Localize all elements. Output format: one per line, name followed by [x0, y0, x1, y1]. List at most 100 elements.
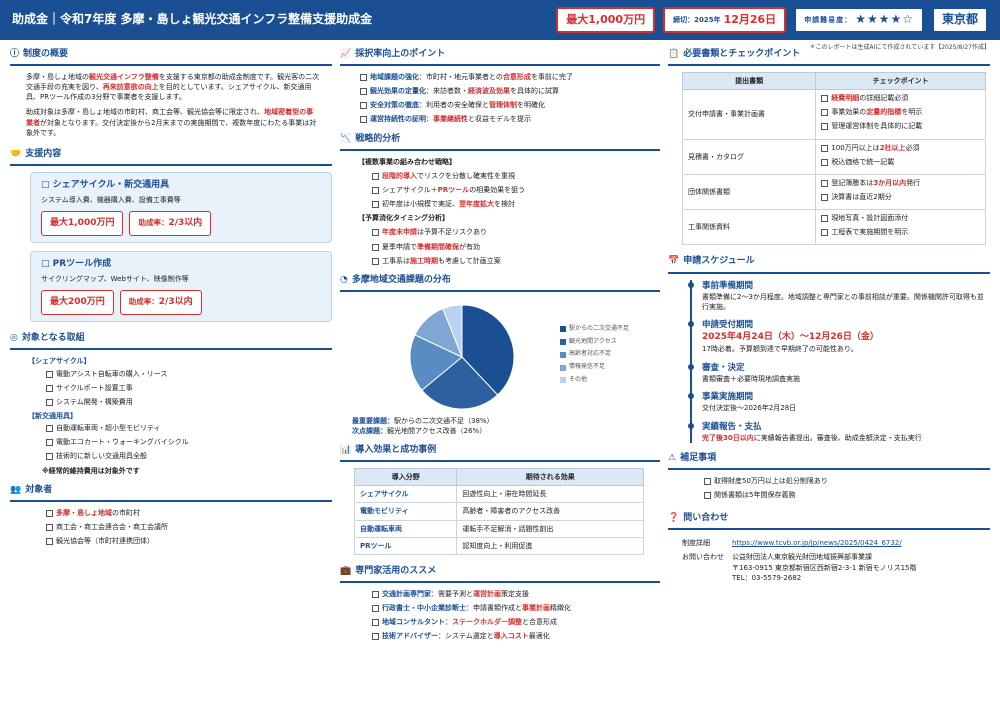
deadline-badge: 締切：2025年 12月26日 — [663, 7, 787, 33]
timeline-item: 申請受付期間 2025年4月24日（木）～12月26日（金） 17時必着。予算額到達… — [688, 319, 990, 355]
area-badge: 東京都 — [931, 7, 988, 33]
legend-item: 駅からの二次交通不足 — [560, 325, 629, 334]
table-row: シェアサイクル 回遊性向上・滞在時間延長 — [353, 485, 644, 504]
timeline-item: 事前準備期間 書類準備に2～3か月程度。地域調整と専門家との事前相談が重要。関係機… — [688, 280, 990, 313]
pie-chart-icon: ◔ — [340, 274, 348, 285]
difficulty-label: 申請難易度： — [804, 15, 853, 24]
legend-label: 情報発信不足 — [569, 363, 606, 371]
table-header: 期待される効果 — [456, 468, 644, 487]
list-item: シェアサイクル＋PRツールの相乗効果を狙う — [372, 185, 660, 195]
clipboard-icon: 📋 — [668, 49, 680, 59]
table-row: 交付申請書・事業計画書 経費明細の詳細記載必須 事業効果の定量的指標を明示 管理運営体… — [681, 89, 986, 140]
timeline-item: 審査・決定 書類審査＋必要時現地調査実施 — [688, 362, 990, 384]
table-row: 見積書・カタログ 100万円以上は2社以上必須 税込価格で統一記載 — [681, 138, 986, 175]
list-item: 商工会・商工会連合会・商工会議所 — [46, 522, 332, 532]
legend-item: その他 — [560, 376, 629, 385]
list-item: 行政書士・中小企業診断士：申請書類作成と事業計画精緻化 — [372, 603, 660, 613]
strategy-heading: 【複数事業の組み合わせ戦略】 — [358, 157, 456, 166]
difficulty-badge: 申請難易度： ★★★★☆ — [794, 7, 924, 33]
section-overview: ⓘ 制度の概要 — [10, 46, 332, 67]
docs-table: 提出書類 チェックポイント 交付申請書・事業計画書 経費明細の詳細記載必須 事業効果の… — [681, 72, 986, 246]
page-title: 助成金｜令和7年度 多摩・島しょ観光交通インフラ整備支援助成金 — [12, 12, 373, 27]
list-item: 観光効果の定量化：来訪者数・経済波及効果を具体的に試算 — [360, 86, 660, 96]
timeline-item: 実績報告・支払 完了後30日以内に実績報告書提出。審査後、助成金額決定・支払実行 — [688, 421, 990, 443]
section-schedule: 📅 申請スケジュール — [668, 253, 990, 274]
rate-pill: 助成率：2/3以内 — [129, 211, 212, 237]
legend-item: 情報発信不足 — [560, 363, 629, 372]
section-distribution: ◔ 多摩地域交通課題の分布 — [340, 272, 660, 292]
list-item: 運営持続性の証明：事業継続性と収益モデルを提示 — [360, 114, 660, 124]
legend-label: 駅からの二次交通不足 — [569, 325, 630, 333]
legend-swatch — [560, 377, 566, 384]
contact-address: 〒163-0915 東京都新宿区西新宿2-3-1 新宿モノリス15階 — [732, 563, 917, 572]
line-chart-icon: 📉 — [340, 133, 352, 144]
schedule-timeline: 事前準備期間 書類準備に2～3か月程度。地域調整と専門家との事前相談が重要。関係機… — [688, 279, 990, 443]
column-middle: 📈 採択率向上のポイント 地域課題の強化：市町村・地元事業者との合意形成を事前に完… — [340, 46, 660, 645]
pie-chart — [409, 304, 515, 410]
contact-tel: TEL：03-5579-2682 — [732, 573, 802, 582]
detail-link[interactable]: https://www.tcvb.or.jp/jp/news/2025/0424… — [732, 539, 902, 547]
list-item: 電動アシスト自転車の購入・リース — [46, 369, 332, 379]
list-item: 技術アドバイザー：システム選定と導入コスト最適化 — [372, 631, 660, 641]
contact-org: 公益財団法人東京観光財団地域振興部事業課 — [732, 553, 872, 562]
chart-icon: 📊 — [340, 445, 352, 456]
list-item: 電動エコカート・ウォーキングバイシクル — [46, 437, 332, 447]
table-row: 電動モビリティ 高齢者・障害者のアクセス改善 — [353, 502, 644, 521]
deadline-value: 12月26日 — [723, 13, 777, 27]
legend-item: 観光地間アクセス — [560, 338, 629, 347]
eligible-list: 多摩・島しょ地域の市町村 商工会・商工会連合会・商工会議所 観光協会等（市町村連… — [46, 508, 332, 546]
strategy-list-2: 年度末申請は予算不足リスクあり 夏季申請で準備期間確保が有効 工事系は施工時期も… — [372, 227, 660, 265]
list-item: 自動運転車両・超小型モビリティ — [46, 423, 332, 433]
list-item: 工事系は施工時期も考慮して計画立案 — [372, 256, 660, 266]
card-desc: サイクリングマップ、Webサイト、映像制作等 — [41, 275, 189, 284]
legend-label: 高齢者対応不足 — [569, 350, 612, 358]
list-item: 地域コンサルタント：ステークホルダー調整と合意形成 — [372, 617, 660, 627]
contact-label: お問い合わせ — [682, 553, 724, 562]
timeline-item: 事業実施期間 交付決定後～2026年2月28日 — [688, 391, 990, 413]
card-title: □ PRツール作成 — [41, 259, 112, 270]
deadline-label: 締切：2025年 — [673, 15, 721, 24]
section-targets: ◎ 対象となる取組 — [10, 330, 332, 351]
list-item: 多摩・島しょ地域の市町村 — [46, 508, 332, 518]
list-item: 技術的に新しい交通用具全般 — [46, 451, 332, 461]
list-item: 交通計画専門家：需要予測と運営計画策定支援 — [372, 589, 660, 599]
question-icon: ❓ — [668, 513, 680, 524]
list-item: 段階的導入でリスクを分散し確実性を重視 — [372, 171, 660, 181]
list-item: 地域課題の強化：市町村・地元事業者との合意形成を事前に完了 — [360, 72, 660, 82]
targets-group-title: 【シェアサイクル】 — [28, 357, 91, 366]
overview-paragraph-2: 助成対象は多摩・島しょ地域の市町村、商工会等、観光協会等に限定され、地域密着型の… — [26, 108, 317, 137]
section-points: 📈 採択率向上のポイント — [340, 46, 660, 67]
header: 助成金｜令和7年度 多摩・島しょ観光交通インフラ整備支援助成金 最大1,000万… — [0, 0, 1000, 40]
card-title: □ シェアサイクル・新交通用具 — [41, 179, 170, 190]
strategy-heading: 【予算消化タイミング分析】 — [358, 214, 449, 223]
legend-swatch — [560, 339, 566, 346]
overview-paragraph-1: 多摩・島しょ地域の観光交通インフラ整備を支援する東京都の助成金制度です。観光客の… — [26, 73, 320, 102]
list-item: 夏季申請で準備期間確保が有効 — [372, 242, 660, 252]
distribution-summary: 最重要課題：駅からの二次交通不足（38%） 次点課題：観光地間アクセス改善（26… — [352, 416, 494, 435]
column-left: ⓘ 制度の概要 多摩・島しょ地域の観光交通インフラ整備を支援する東京都の助成金制度… — [10, 46, 332, 550]
support-card-pr-tool: □ PRツール作成 サイクリングマップ、Webサイト、映像制作等 最大200万円… — [30, 251, 332, 323]
max-pill: 最大1,000万円 — [41, 211, 124, 237]
targets-list-2: 自動運転車両・超小型モビリティ 電動エコカート・ウォーキングバイシクル 技術的に… — [46, 423, 332, 461]
card-desc: システム導入費、機器購入費、設備工事費等 — [41, 195, 181, 204]
legend-swatch — [560, 326, 566, 333]
difficulty-stars: ★★★★☆ — [855, 12, 914, 27]
people-icon: 👥 — [10, 484, 22, 495]
section-support: 🤝 支援内容 — [10, 146, 332, 166]
experts-list: 交通計画専門家：需要予測と運営計画策定支援 行政書士・中小企業診断士：申請書類作… — [372, 589, 660, 642]
support-card-share-cycle: □ シェアサイクル・新交通用具 システム導入費、機器購入費、設備工事費等 最大1… — [30, 171, 332, 244]
table-header: 提出書類 — [681, 72, 817, 91]
section-extra: ⚠ 補足事項 — [668, 450, 990, 470]
legend-item: 高齢者対応不足 — [560, 350, 629, 359]
pie-legend: 駅からの二次交通不足 観光地間アクセス 高齢者対応不足 情報発信不足その他 — [560, 325, 629, 388]
targets-group-title: 【新交通用具】 — [28, 412, 77, 421]
table-row: PRツール 認知度向上・利用促進 — [353, 536, 644, 555]
section-title: 制度の概要 — [23, 49, 69, 59]
rate-pill: 助成率：2/3以内 — [119, 290, 202, 316]
chart-up-icon: 📈 — [340, 49, 352, 59]
target-icon: ◎ — [10, 333, 18, 344]
legend-label: 観光地間アクセス — [569, 337, 617, 345]
max-amount-badge: 最大1,000万円 — [556, 7, 656, 33]
list-item: 年度末申請は予算不足リスクあり — [372, 227, 660, 237]
legend-swatch — [560, 364, 566, 371]
